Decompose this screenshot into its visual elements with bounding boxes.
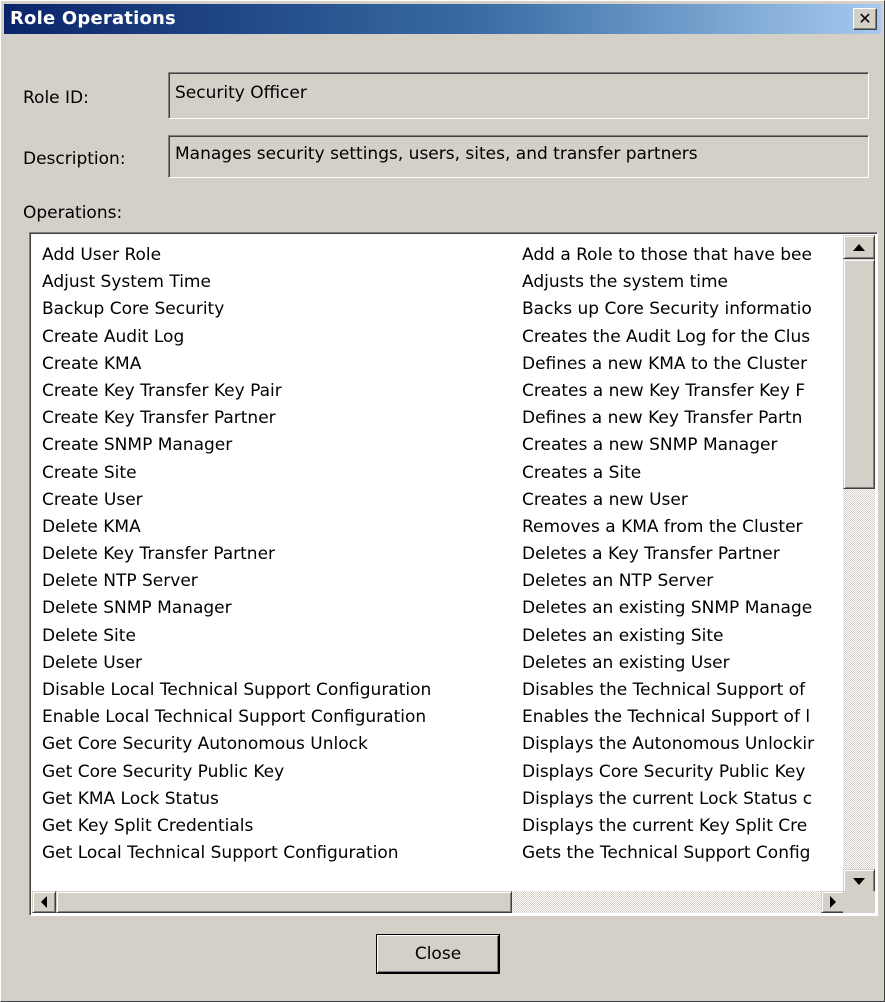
- arrow-down-icon[interactable]: [843, 869, 875, 893]
- operation-description: Deletes a Key Transfer Partner: [522, 544, 780, 565]
- operation-description: Creates a new User: [522, 489, 688, 510]
- list-item[interactable]: Create KMA Defines a new KMA to the Clust…: [32, 351, 850, 378]
- list-item[interactable]: Disable Local Technical Support Configur…: [32, 677, 850, 704]
- role-id-value: Security Officer: [175, 83, 307, 103]
- operation-description: Enables the Technical Support of l: [522, 707, 811, 728]
- close-button[interactable]: Close: [377, 935, 499, 973]
- list-item[interactable]: Delete Site Deletes an existing Site: [32, 623, 850, 650]
- operation-description: Displays Core Security Public Key: [522, 761, 806, 782]
- list-item[interactable]: Delete User Deletes an existing User: [32, 650, 850, 677]
- operation-description: Creates a new Key Transfer Key F: [522, 380, 806, 401]
- description-label: Description:: [23, 149, 126, 169]
- role-id-field: Security Officer: [168, 72, 869, 119]
- operation-name: Disable Local Technical Support Configur…: [42, 680, 432, 700]
- operation-name: Get Local Technical Support Configuratio…: [42, 843, 399, 864]
- operation-description: Deletes an existing SNMP Manage: [522, 598, 813, 619]
- operation-description: Creates the Audit Log for the Clus: [522, 326, 811, 347]
- close-icon[interactable]: ✕: [853, 8, 877, 30]
- operation-name: Create KMA: [42, 353, 142, 374]
- list-item[interactable]: Get KMA Lock Status Displays the current …: [32, 786, 850, 813]
- operation-name: Delete SNMP Manager: [42, 598, 232, 619]
- list-item[interactable]: Get Local Technical Support Configuratio…: [32, 840, 850, 867]
- operation-name: Adjust System Time: [42, 272, 211, 293]
- list-item[interactable]: Get Core Security Public Key Displays Cor…: [32, 759, 850, 786]
- operation-name: Backup Core Security: [42, 299, 225, 320]
- window-title: Role Operations: [10, 8, 176, 29]
- arrow-right-icon[interactable]: [821, 891, 845, 913]
- list-item[interactable]: Create SNMP Manager Creates a new SNMP Ma…: [32, 432, 850, 459]
- list-item[interactable]: Get Core Security Autonomous Unlock Displ…: [32, 731, 850, 758]
- scrollbar-corner: [843, 891, 875, 913]
- list-item[interactable]: Create Site Creates a Site: [32, 460, 850, 487]
- operation-name: Delete NTP Server: [42, 571, 198, 592]
- description-field: Manages security settings, users, sites,…: [168, 135, 869, 178]
- list-item[interactable]: Delete NTP Server Deletes an NTP Server: [32, 568, 850, 595]
- operation-description: Creates a new SNMP Manager: [522, 435, 778, 456]
- list-item[interactable]: Enable Local Technical Support Configura…: [32, 704, 850, 731]
- operation-name: Delete KMA: [42, 516, 141, 537]
- operation-name: Enable Local Technical Support Configura…: [42, 707, 427, 728]
- scroll-thumb-vertical[interactable]: [843, 259, 875, 489]
- list-item[interactable]: Backup Core Security Backs up Core Securi…: [32, 296, 850, 323]
- operation-name: Add User Role: [42, 245, 162, 265]
- list-item[interactable]: Get Key Split Credentials Displays the cu…: [32, 813, 850, 840]
- list-item[interactable]: Adjust System Time Adjusts the system tim…: [32, 269, 850, 296]
- operation-description: Disables the Technical Support of: [522, 680, 806, 700]
- description-value: Manages security settings, users, sites,…: [175, 144, 698, 164]
- list-item[interactable]: Create Key Transfer Partner Defines a new…: [32, 405, 850, 432]
- list-item[interactable]: Create Audit Log Creates the Audit Log fo…: [32, 324, 850, 351]
- list-item[interactable]: Add User Role Add a Role to those that ha…: [32, 242, 850, 269]
- operation-description: Add a Role to those that have bee: [522, 245, 812, 265]
- role-id-label: Role ID:: [23, 88, 89, 108]
- operation-description: Displays the current Key Split Cre: [522, 815, 808, 836]
- title-bar[interactable]: Role Operations ✕: [4, 4, 881, 34]
- operations-rows: Add User Role Add a Role to those that ha…: [32, 242, 850, 894]
- operation-description: Displays the Autonomous Unlockir: [522, 734, 815, 755]
- operation-name: Create SNMP Manager: [42, 435, 233, 456]
- list-item[interactable]: Create User Creates a new User: [32, 487, 850, 514]
- operation-name: Delete Site: [42, 625, 136, 646]
- role-operations-dialog: Role Operations ✕ Role ID: Security Offi…: [0, 0, 885, 1002]
- operation-name: Get KMA Lock Status: [42, 788, 219, 809]
- horizontal-scrollbar[interactable]: [32, 891, 845, 913]
- scroll-thumb-horizontal[interactable]: [56, 891, 512, 913]
- operation-name: Create Site: [42, 462, 137, 483]
- arrow-left-icon[interactable]: [32, 891, 56, 913]
- operation-name: Create Key Transfer Key Pair: [42, 380, 282, 401]
- list-item[interactable]: Delete SNMP Manager Deletes an existing S…: [32, 595, 850, 622]
- operation-description: Deletes an existing User: [522, 652, 730, 673]
- arrow-up-icon[interactable]: [843, 235, 875, 259]
- operation-description: Adjusts the system time: [522, 272, 728, 293]
- operation-description: Removes a KMA from the Cluster: [522, 516, 803, 537]
- operation-name: Get Core Security Public Key: [42, 761, 285, 782]
- operation-description: Defines a new Key Transfer Partn: [522, 408, 803, 429]
- operation-description: Backs up Core Security informatio: [522, 299, 812, 320]
- operations-list[interactable]: Add User Role Add a Role to those that ha…: [29, 232, 878, 916]
- operations-label: Operations:: [23, 203, 123, 223]
- operation-name: Delete Key Transfer Partner: [42, 544, 276, 565]
- operation-name: Get Key Split Credentials: [42, 815, 254, 836]
- list-item[interactable]: Delete Key Transfer Partner Deletes a Key…: [32, 541, 850, 568]
- operation-name: Create Audit Log: [42, 326, 185, 347]
- list-item[interactable]: Delete KMA Removes a KMA from the Cluster: [32, 514, 850, 541]
- operation-description: Creates a Site: [522, 462, 642, 483]
- operation-description: Deletes an existing Site: [522, 625, 724, 646]
- operation-description: Deletes an NTP Server: [522, 571, 714, 592]
- operation-name: Delete User: [42, 652, 143, 673]
- operation-name: Create User: [42, 489, 143, 510]
- operation-name: Get Core Security Autonomous Unlock: [42, 734, 368, 755]
- operation-name: Create Key Transfer Partner: [42, 408, 276, 429]
- operation-description: Gets the Technical Support Config: [522, 843, 811, 864]
- operation-description: Displays the current Lock Status c: [522, 788, 813, 809]
- vertical-scrollbar[interactable]: [843, 235, 875, 893]
- operation-description: Defines a new KMA to the Cluster: [522, 353, 808, 374]
- list-item[interactable]: Create Key Transfer Key Pair Creates a ne…: [32, 378, 850, 405]
